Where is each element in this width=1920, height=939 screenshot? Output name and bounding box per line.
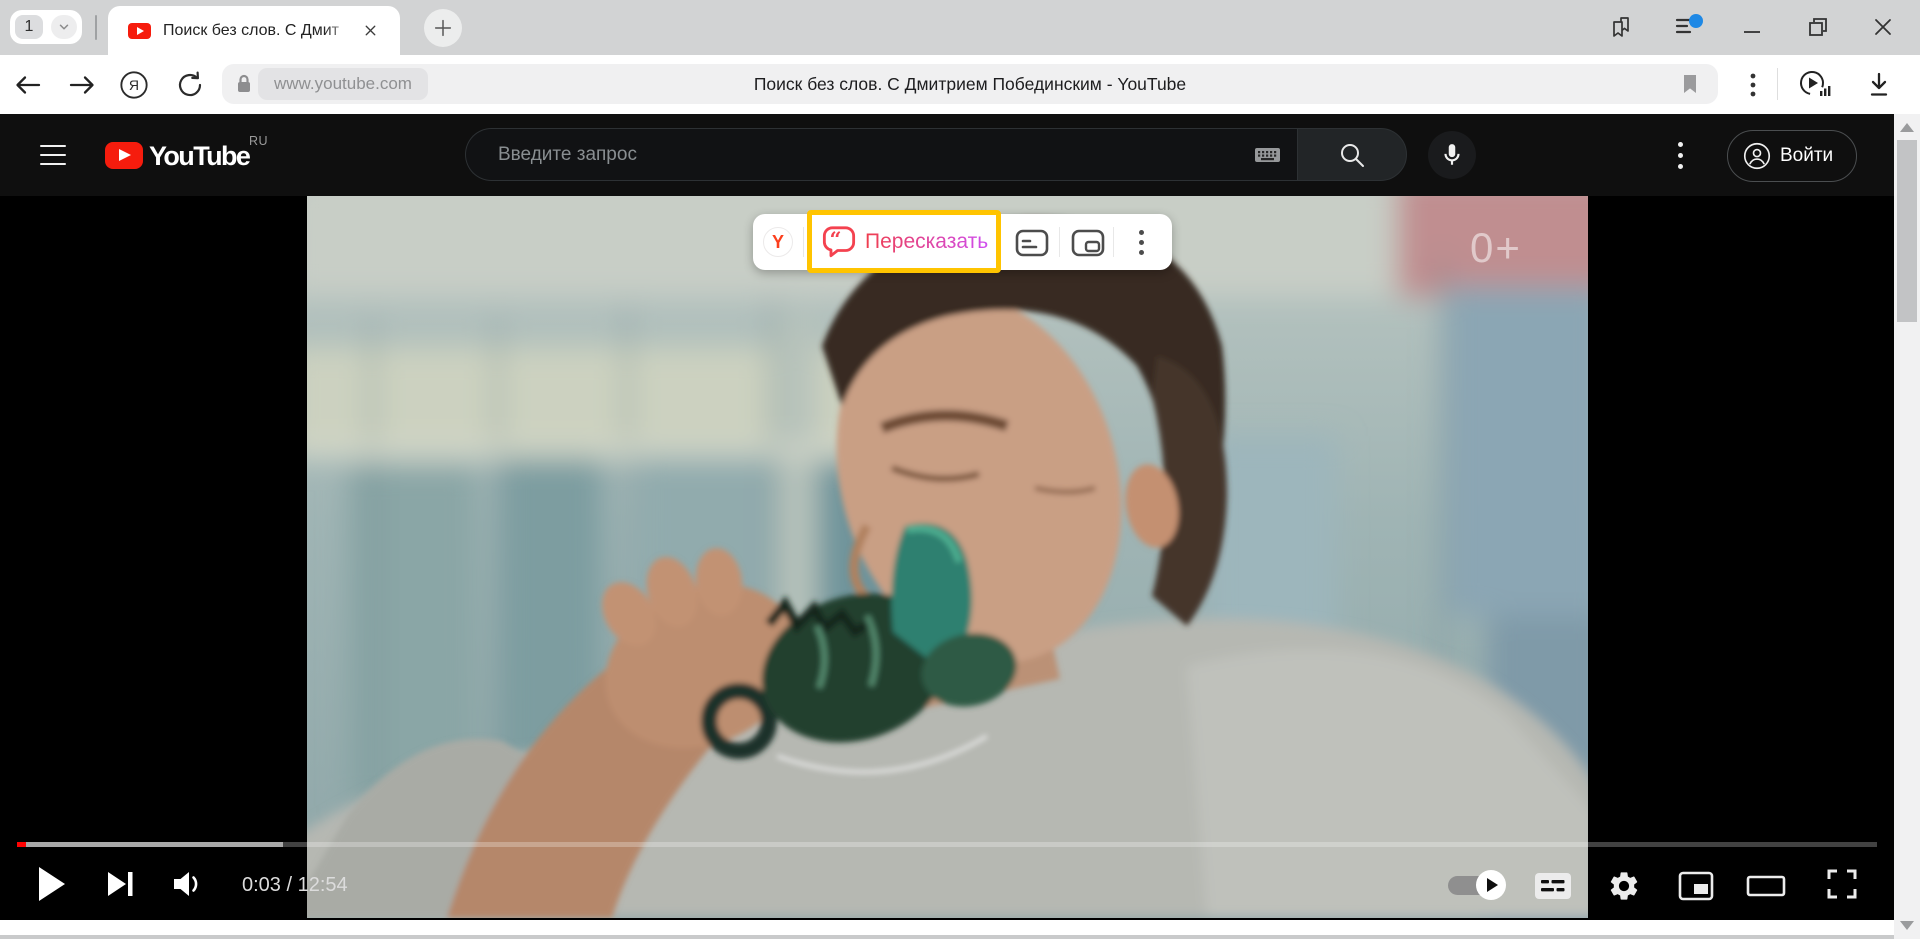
youtube-favicon-icon bbox=[128, 23, 151, 39]
svg-text:Я: Я bbox=[129, 77, 139, 93]
yandex-start-button[interactable]: Я bbox=[119, 71, 149, 99]
age-rating-badge: 0+ bbox=[1470, 224, 1522, 272]
tab-count: 1 bbox=[15, 15, 43, 39]
scroll-down-arrow-icon[interactable] bbox=[1900, 921, 1914, 930]
search-input[interactable] bbox=[496, 129, 1200, 181]
bookmark-icon[interactable] bbox=[1680, 73, 1700, 95]
refresh-button[interactable] bbox=[175, 71, 205, 99]
side-panel-icon[interactable] bbox=[1606, 13, 1636, 41]
page-title: Поиск без слов. С Дмитрием Побединским -… bbox=[222, 64, 1718, 104]
search-input-box[interactable] bbox=[465, 128, 1297, 181]
person-icon bbox=[1743, 142, 1771, 170]
autoplay-toggle-knob bbox=[1476, 870, 1506, 900]
media-player-icon[interactable] bbox=[1796, 71, 1834, 99]
page-bottom-strip bbox=[0, 920, 1920, 939]
progress-bar[interactable] bbox=[17, 842, 1877, 847]
time-display: 0:03 / 12:54 bbox=[242, 872, 348, 898]
gear-icon bbox=[1607, 869, 1641, 903]
youtube-logo-icon[interactable] bbox=[105, 142, 143, 169]
virtual-keyboard-icon[interactable] bbox=[1254, 143, 1281, 166]
close-window-button[interactable] bbox=[1871, 13, 1895, 41]
toolbar-separator bbox=[1777, 68, 1778, 100]
video-content bbox=[307, 196, 1588, 918]
progress-played bbox=[17, 842, 26, 847]
autoplay-toggle[interactable] bbox=[1446, 868, 1508, 900]
youtube-masthead: YouTube RU Войти bbox=[0, 114, 1920, 196]
progress-buffered bbox=[17, 842, 283, 847]
tab-title: Поиск без слов. С Дмит bbox=[163, 20, 358, 42]
search-area bbox=[465, 128, 1407, 181]
scroll-up-arrow-icon[interactable] bbox=[1900, 123, 1914, 132]
theater-mode-button[interactable] bbox=[1746, 875, 1786, 897]
overlay-separator bbox=[803, 227, 804, 257]
video-frame[interactable] bbox=[307, 196, 1588, 918]
youtube-wordmark[interactable]: YouTube bbox=[149, 141, 249, 172]
lock-icon[interactable] bbox=[234, 73, 254, 95]
tab-counter[interactable]: 1 bbox=[10, 10, 82, 44]
voice-search-button[interactable] bbox=[1428, 131, 1476, 179]
restore-window-button[interactable] bbox=[1805, 13, 1831, 41]
url-chip[interactable]: www.youtube.com bbox=[258, 68, 428, 100]
minimize-button[interactable] bbox=[1740, 13, 1764, 41]
overlay-kebab-icon[interactable] bbox=[1131, 228, 1151, 256]
chevron-down-icon[interactable] bbox=[51, 15, 77, 39]
search-icon bbox=[1338, 141, 1366, 169]
next-button[interactable] bbox=[106, 870, 136, 898]
overlay-pip-icon[interactable] bbox=[1071, 228, 1105, 258]
browser-window: 1 Поиск без слов. С Дмит bbox=[0, 0, 1920, 939]
scrollbar-thumb[interactable] bbox=[1897, 140, 1917, 322]
microphone-icon bbox=[1439, 142, 1465, 168]
new-tab-button[interactable] bbox=[424, 9, 462, 47]
download-icon[interactable] bbox=[1864, 71, 1894, 99]
search-button[interactable] bbox=[1297, 128, 1407, 181]
video-player: Y “ Пересказать 0+ bbox=[0, 196, 1920, 920]
settings-button[interactable] bbox=[1607, 869, 1641, 903]
fullscreen-button[interactable] bbox=[1825, 867, 1859, 901]
miniplayer-button[interactable] bbox=[1678, 871, 1714, 901]
tab-close-icon[interactable] bbox=[362, 22, 379, 39]
guide-hamburger-icon[interactable] bbox=[40, 145, 66, 165]
extensions-kebab-icon[interactable] bbox=[1738, 71, 1768, 99]
tab-separator bbox=[95, 15, 97, 40]
subtitles-button[interactable] bbox=[1535, 873, 1571, 899]
svg-text:“: “ bbox=[830, 226, 842, 251]
address-bar[interactable]: www.youtube.com Поиск без слов. С Дмитри… bbox=[222, 64, 1718, 104]
quote-bubble-icon: “ bbox=[822, 225, 856, 259]
summarize-button[interactable]: “ Пересказать bbox=[807, 210, 1001, 273]
sign-in-label: Войти bbox=[1780, 145, 1833, 167]
yandex-logo-button[interactable]: Y bbox=[763, 227, 793, 257]
play-button[interactable] bbox=[38, 866, 66, 902]
yandex-overlay-toolbar: Y “ Пересказать bbox=[753, 214, 1172, 270]
masthead-kebab-icon[interactable] bbox=[1678, 142, 1683, 169]
overlay-separator bbox=[1059, 227, 1060, 257]
overlay-subtitles-icon[interactable] bbox=[1015, 228, 1049, 258]
tab-youtube[interactable]: Поиск без слов. С Дмит bbox=[108, 6, 400, 55]
forward-button[interactable] bbox=[67, 71, 97, 99]
sign-in-button[interactable]: Войти bbox=[1727, 130, 1857, 182]
overlay-separator bbox=[1113, 227, 1114, 257]
tab-strip: 1 Поиск без слов. С Дмит bbox=[0, 0, 1920, 55]
back-button[interactable] bbox=[13, 71, 43, 99]
volume-button[interactable] bbox=[172, 870, 204, 898]
browser-menu-icon[interactable] bbox=[1672, 13, 1706, 41]
region-code: RU bbox=[249, 134, 268, 148]
summarize-label: Пересказать bbox=[865, 230, 988, 254]
scrollbar[interactable] bbox=[1894, 114, 1920, 939]
browser-toolbar: Я www.youtube.com Поиск без слов. С Дмит… bbox=[0, 55, 1920, 114]
